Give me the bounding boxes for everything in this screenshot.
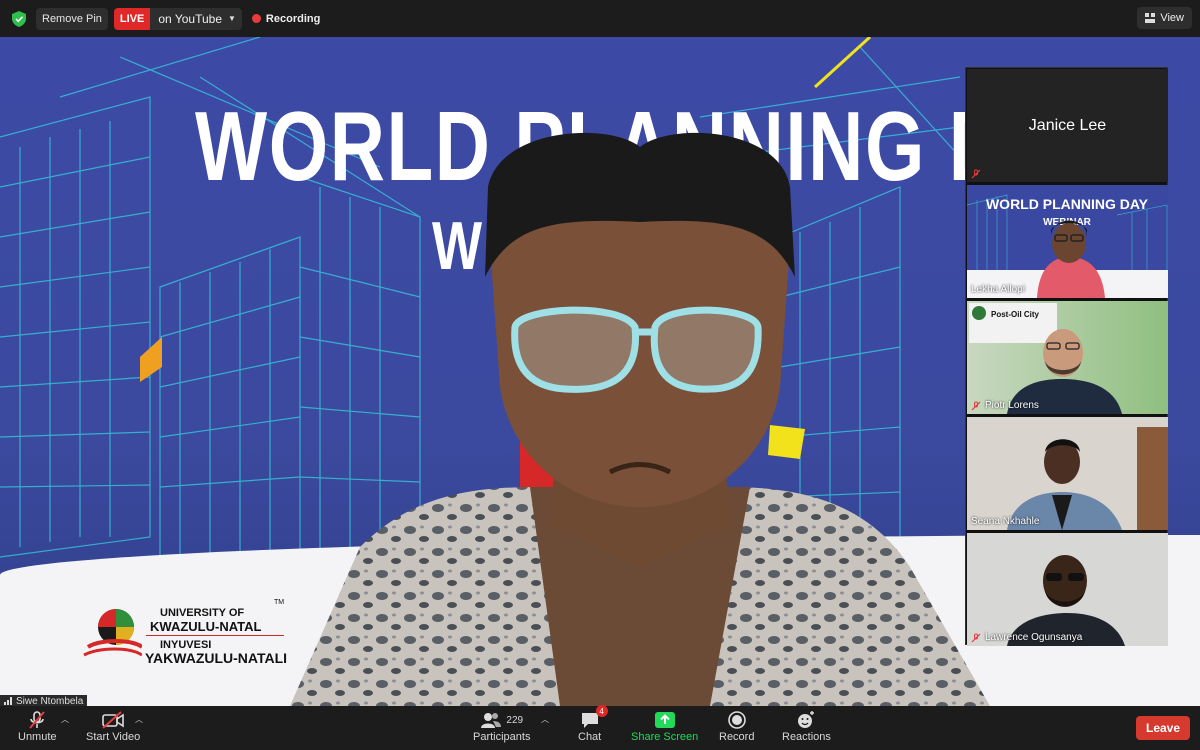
- live-stream-dropdown[interactable]: LIVE on YouTube ▼: [113, 7, 242, 30]
- post-oil-city-text: Post-Oil City: [991, 310, 1040, 319]
- participant-label: Piotr Lorens: [971, 400, 1039, 411]
- reactions-smiley-icon: [796, 709, 816, 731]
- participant-tile-lawrence-ogunsanya[interactable]: Lawrence Ogunsanya: [967, 533, 1168, 646]
- participant-tile-piotr-lorens[interactable]: Post-Oil City Piotr Lorens: [967, 301, 1168, 414]
- muted-mic-icon: [971, 401, 981, 410]
- audio-options-chevron-icon[interactable]: ︿: [61, 714, 69, 725]
- recording-label: Recording: [265, 12, 321, 25]
- participant-name: Piotr Lorens: [985, 400, 1039, 411]
- lekha-video-feed: WORLD PLANNING DAY WEBINAR: [967, 185, 1168, 298]
- grid-view-icon: [1145, 13, 1156, 23]
- security-shield-icon[interactable]: [8, 8, 30, 30]
- muted-mic-icon: [971, 169, 981, 179]
- leave-button[interactable]: Leave: [1136, 716, 1190, 740]
- reactions-button[interactable]: Reactions: [782, 709, 831, 743]
- share-screen-label: Share Screen: [631, 731, 699, 743]
- chat-button[interactable]: 4 Chat: [578, 705, 608, 743]
- participant-name: Seana Nkhahle: [971, 516, 1040, 527]
- participant-gallery-strip: Janice Lee WORLD PLANNING DAY WEBINAR Le…: [965, 67, 1168, 646]
- participant-name: Lawrence Ogunsanya: [985, 632, 1083, 643]
- meeting-controls-toolbar: Unmute ︿ Start Video ︿ 229 Participants …: [0, 705, 1200, 750]
- share-screen-button[interactable]: Share Screen: [631, 709, 698, 743]
- piotr-video-feed: Post-Oil City: [967, 301, 1168, 414]
- reactions-label: Reactions: [782, 731, 831, 743]
- ukzn-crest-icon: [83, 609, 142, 657]
- ukzn-trademark: TM: [274, 599, 285, 606]
- remove-pin-button[interactable]: Remove Pin: [36, 7, 108, 30]
- chat-label: Chat: [578, 731, 602, 743]
- participant-label: [971, 169, 981, 179]
- start-video-button[interactable]: Start Video: [86, 709, 140, 743]
- ukzn-line-1: UNIVERSITY OF: [160, 607, 245, 619]
- live-target-label: on YouTube: [158, 11, 222, 26]
- participants-options-chevron-icon[interactable]: ︿: [541, 714, 549, 725]
- chat-icon: 4: [580, 705, 608, 731]
- lawrence-video-feed: [967, 533, 1168, 646]
- participant-label: Lawrence Ogunsanya: [971, 632, 1082, 643]
- start-video-label: Start Video: [86, 731, 141, 743]
- muted-microphone-icon: [27, 709, 47, 731]
- ukzn-logo: UNIVERSITY OF KWAZULU-NATAL INYUVESI YAK…: [80, 599, 290, 669]
- participant-tile-lekha-allopi[interactable]: WORLD PLANNING DAY WEBINAR Lekha Allopi: [967, 185, 1168, 298]
- muted-mic-icon: [971, 633, 981, 642]
- speaker-person: [290, 132, 990, 706]
- share-screen-icon: [654, 709, 676, 731]
- meeting-top-bar: Remove Pin LIVE on YouTube ▼ Recording V…: [0, 0, 1200, 37]
- participant-label: Lekha Allopi: [971, 284, 1025, 295]
- view-label: View: [1160, 12, 1184, 24]
- participant-count: 229: [506, 714, 524, 726]
- unmute-label: Unmute: [18, 731, 57, 743]
- participant-name-large: Janice Lee: [1028, 116, 1107, 134]
- chat-unread-badge: 4: [595, 705, 608, 717]
- participants-label: Participants: [473, 731, 531, 743]
- participant-name: Lekha Allopi: [971, 284, 1025, 295]
- participants-icon: 229: [480, 709, 523, 731]
- participant-label: Seana Nkhahle: [971, 516, 1039, 527]
- video-options-chevron-icon[interactable]: ︿: [135, 714, 143, 725]
- record-button[interactable]: Record: [719, 709, 754, 743]
- ukzn-line-4: YAKWAZULU-NATALI: [145, 650, 288, 666]
- recording-indicator[interactable]: Recording: [251, 12, 321, 25]
- ukzn-divider: [146, 635, 284, 636]
- participants-button[interactable]: 229 Participants: [473, 709, 530, 743]
- record-label: Record: [719, 731, 755, 743]
- live-badge: LIVE: [113, 7, 151, 30]
- seana-video-feed: [967, 417, 1168, 530]
- ukzn-line-2: KWAZULU-NATAL: [150, 619, 262, 634]
- signal-icon: [4, 697, 12, 705]
- view-button[interactable]: View: [1137, 7, 1192, 29]
- participant-tile-janice-lee[interactable]: Janice Lee: [967, 69, 1168, 182]
- record-dot-icon: [251, 14, 261, 23]
- thumb-banner-title: WORLD PLANNING DAY: [986, 196, 1149, 212]
- video-off-icon: [101, 709, 125, 731]
- active-speaker-name: Siwe Ntombela: [16, 695, 84, 707]
- unmute-button[interactable]: Unmute: [18, 709, 57, 743]
- participant-tile-seana-nkhahle[interactable]: Seana Nkhahle: [967, 417, 1168, 530]
- record-icon: [727, 709, 747, 731]
- chevron-down-icon: ▼: [228, 14, 236, 23]
